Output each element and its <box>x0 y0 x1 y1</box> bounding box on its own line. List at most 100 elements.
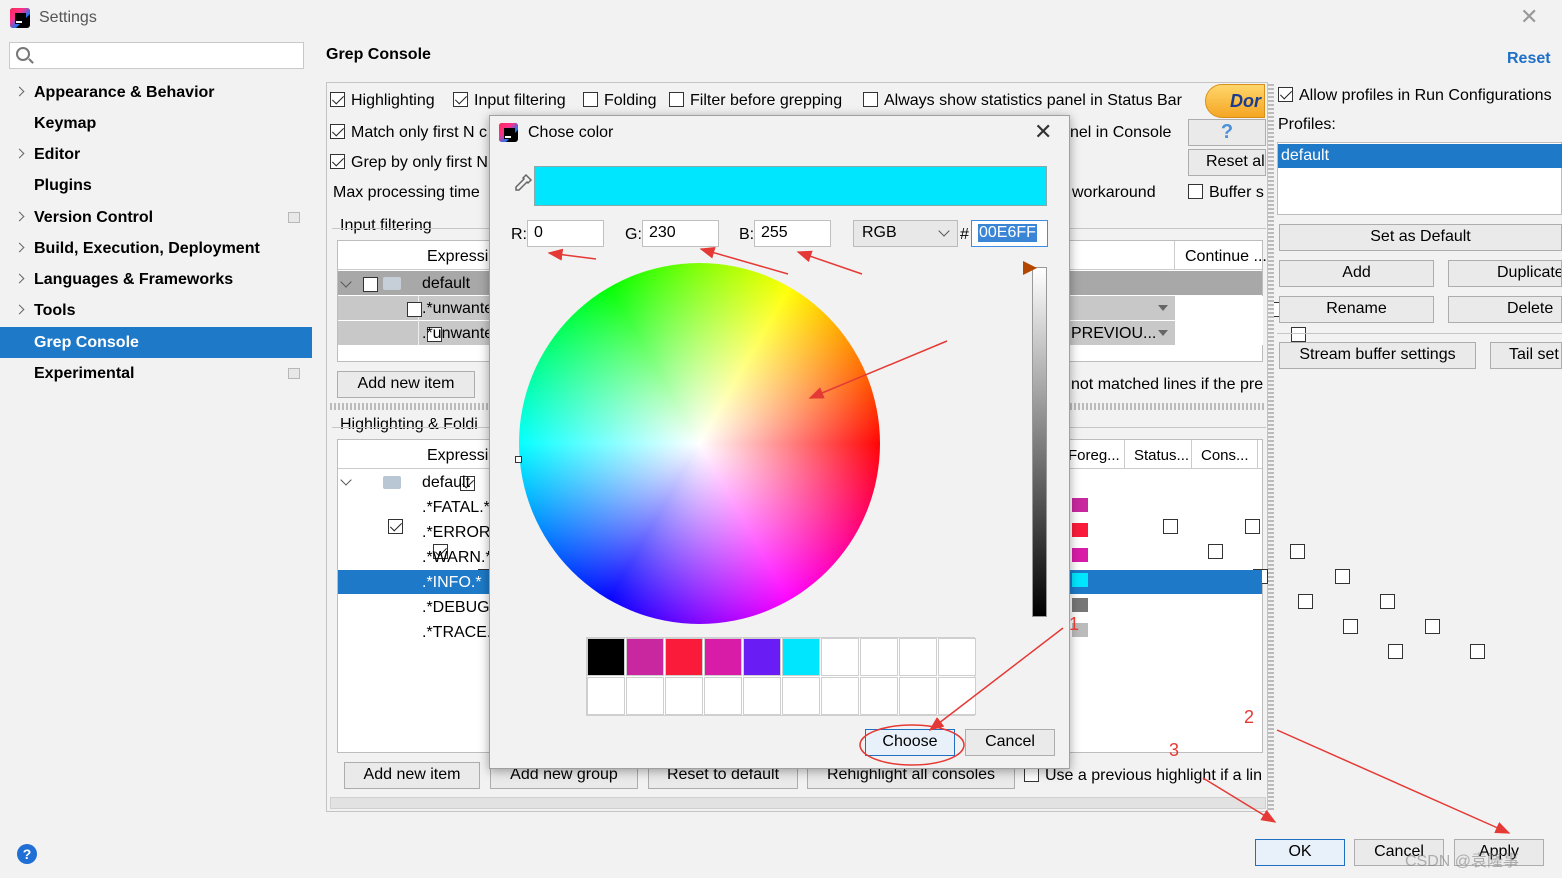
help-button[interactable]: ? <box>1188 119 1266 146</box>
empty-color-swatch[interactable] <box>821 677 859 715</box>
empty-color-swatch[interactable] <box>782 677 820 715</box>
dropdown-arrow-icon[interactable] <box>1158 305 1168 311</box>
allow-profiles-option[interactable]: Allow profiles in Run Configurations <box>1278 86 1552 106</box>
sidebar-item[interactable]: Version Control <box>0 202 312 233</box>
duplicate-button[interactable]: Duplicate <box>1448 260 1562 287</box>
chevron-right-icon[interactable] <box>14 211 25 222</box>
empty-color-swatch[interactable] <box>743 677 781 715</box>
match-only-checkbox[interactable] <box>330 123 345 139</box>
foreground-color-swatch[interactable] <box>1072 598 1088 612</box>
b-input[interactable]: 255 <box>754 220 831 247</box>
donate-button[interactable]: Dor <box>1205 84 1265 118</box>
filter-before-option[interactable]: Filter before grepping <box>669 91 842 111</box>
chevron-right-icon[interactable] <box>14 242 25 253</box>
foreground-color-swatch[interactable] <box>1072 523 1088 537</box>
use-previous-option[interactable]: Use a previous highlight if a lin <box>1024 766 1262 786</box>
highlighting-checkbox[interactable] <box>330 91 345 107</box>
sidebar-item[interactable]: Keymap <box>0 108 312 139</box>
horizontal-scrollbar[interactable] <box>330 797 1266 809</box>
grep-only-option[interactable]: Grep by only first N <box>330 153 488 173</box>
recent-color-swatch[interactable] <box>743 638 781 676</box>
help-icon[interactable]: ? <box>17 844 37 864</box>
dialog-cancel-button[interactable]: Cancel <box>965 729 1055 756</box>
tail-settings-button[interactable]: Tail set <box>1490 342 1562 369</box>
sidebar-item[interactable]: Grep Console <box>0 327 312 358</box>
folding-checkbox[interactable] <box>583 91 598 107</box>
row-checkbox[interactable] <box>407 302 423 318</box>
recent-color-swatch[interactable] <box>704 638 742 676</box>
set-default-button[interactable]: Set as Default <box>1279 224 1562 251</box>
console-checkbox[interactable] <box>1425 619 1440 635</box>
ok-button[interactable]: OK <box>1255 839 1345 866</box>
sidebar-item[interactable]: Build, Execution, Deployment <box>0 233 312 264</box>
empty-color-swatch[interactable] <box>665 677 703 715</box>
chevron-right-icon[interactable] <box>14 273 25 284</box>
buffer-option[interactable]: Buffer s <box>1188 183 1264 203</box>
dialog-close-icon[interactable]: ✕ <box>1034 120 1052 144</box>
recent-color-swatch[interactable] <box>587 638 625 676</box>
add-highlight-item-button[interactable]: Add new item <box>344 762 480 789</box>
empty-color-swatch[interactable] <box>860 638 898 676</box>
reset-link[interactable]: Reset <box>1507 50 1551 68</box>
use-previous-checkbox[interactable] <box>1024 766 1039 782</box>
empty-color-swatch[interactable] <box>938 677 976 715</box>
status-checkbox[interactable] <box>1388 644 1403 660</box>
splitter-handle[interactable] <box>1268 84 1274 810</box>
choose-button[interactable]: Choose <box>865 729 955 756</box>
reset-all-button[interactable]: Reset al <box>1188 149 1266 176</box>
highlighting-option[interactable]: Highlighting <box>330 91 435 111</box>
stream-buffer-button[interactable]: Stream buffer settings <box>1279 342 1476 369</box>
match-only-option[interactable]: Match only first N c <box>330 123 487 143</box>
chevron-right-icon[interactable] <box>14 304 25 315</box>
empty-color-swatch[interactable] <box>899 677 937 715</box>
sidebar-item[interactable]: Appearance & Behavior <box>0 77 312 108</box>
chevron-right-icon[interactable] <box>14 86 25 97</box>
add-profile-button[interactable]: Add <box>1279 260 1434 287</box>
empty-color-swatch[interactable] <box>938 638 976 676</box>
profile-item[interactable]: default <box>1278 144 1562 168</box>
empty-color-swatch[interactable] <box>587 677 625 715</box>
empty-color-swatch[interactable] <box>899 638 937 676</box>
sidebar-item[interactable]: Plugins <box>0 170 312 201</box>
empty-color-swatch[interactable] <box>626 677 664 715</box>
status-checkbox[interactable] <box>1298 594 1313 610</box>
sidebar-item[interactable]: Languages & Frameworks <box>0 264 312 295</box>
input-filtering-option[interactable]: Input filtering <box>453 91 566 111</box>
continue-checkbox[interactable] <box>1290 327 1306 343</box>
empty-color-swatch[interactable] <box>821 638 859 676</box>
close-icon[interactable]: ✕ <box>1520 6 1538 28</box>
chevron-right-icon[interactable] <box>14 148 25 159</box>
always-stats-option[interactable]: Always show statistics panel in Status B… <box>863 91 1182 111</box>
empty-color-swatch[interactable] <box>860 677 898 715</box>
group-checkbox[interactable] <box>363 277 378 293</box>
filter-before-checkbox[interactable] <box>669 91 684 107</box>
recent-color-swatch[interactable] <box>782 638 820 676</box>
input-filtering-checkbox[interactable] <box>453 91 468 107</box>
foreground-color-swatch[interactable] <box>1072 548 1088 562</box>
allow-profiles-checkbox[interactable] <box>1278 86 1293 102</box>
g-input[interactable]: 230 <box>642 220 719 247</box>
buffer-checkbox[interactable] <box>1188 183 1203 199</box>
color-mode-select[interactable]: RGB <box>853 220 958 247</box>
console-checkbox[interactable] <box>1335 569 1350 585</box>
delete-button[interactable]: Delete <box>1448 296 1562 323</box>
color-wheel-cursor[interactable] <box>515 456 522 463</box>
foreground-color-swatch[interactable] <box>1072 498 1088 512</box>
status-checkbox[interactable] <box>1343 619 1358 635</box>
sidebar-item[interactable]: Tools <box>0 295 312 326</box>
slider-thumb-icon[interactable] <box>1023 261 1037 275</box>
recent-color-swatch[interactable] <box>626 638 664 676</box>
hex-input[interactable]: 00E6FF <box>971 220 1048 247</box>
add-filter-item-button[interactable]: Add new item <box>337 371 475 398</box>
always-stats-checkbox[interactable] <box>863 91 878 107</box>
sidebar-item[interactable]: Experimental <box>0 358 312 389</box>
grep-only-checkbox[interactable] <box>330 153 345 169</box>
search-input[interactable] <box>9 42 304 69</box>
foreground-color-swatch[interactable] <box>1072 573 1088 587</box>
eyedropper-icon[interactable] <box>510 172 534 196</box>
dropdown-arrow-icon[interactable] <box>1158 330 1168 336</box>
brightness-slider[interactable] <box>1032 267 1047 617</box>
color-wheel[interactable] <box>519 263 880 624</box>
rename-button[interactable]: Rename <box>1279 296 1434 323</box>
r-input[interactable]: 0 <box>527 220 604 247</box>
